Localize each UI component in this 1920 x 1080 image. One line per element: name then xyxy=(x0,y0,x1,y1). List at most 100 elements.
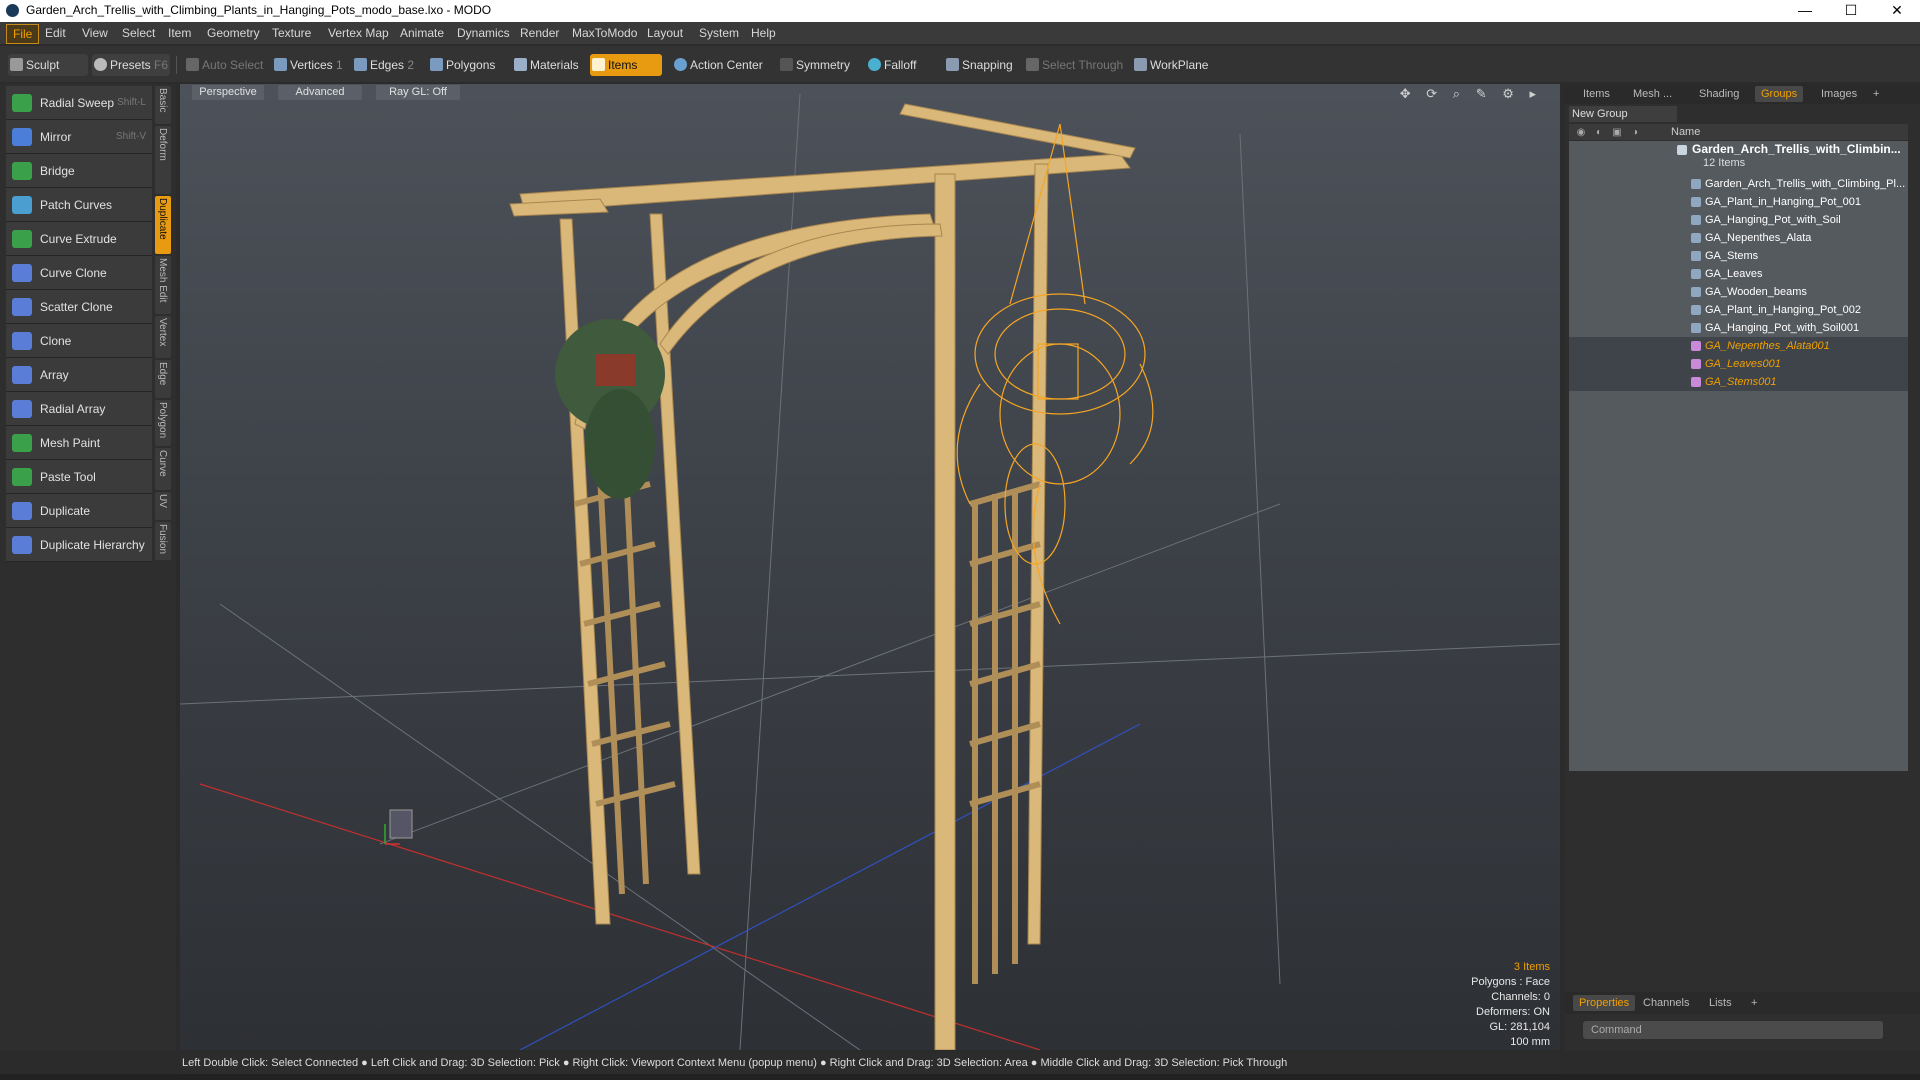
menu-layout[interactable]: Layout xyxy=(647,26,683,40)
edges-button[interactable]: Edges 2 xyxy=(352,54,422,76)
menu-view[interactable]: View xyxy=(82,26,108,40)
group-item-row[interactable]: GA_Stems xyxy=(1569,247,1908,265)
group-item-row[interactable]: GA_Plant_in_Hanging_Pot_001 xyxy=(1569,193,1908,211)
tool-radial-array[interactable]: Radial Array xyxy=(6,392,152,426)
tool-clone[interactable]: Clone xyxy=(6,324,152,358)
command-input[interactable]: Command xyxy=(1583,1021,1883,1039)
add-tab-button[interactable]: + xyxy=(1867,86,1885,102)
menu-animate[interactable]: Animate xyxy=(400,26,444,40)
status-bar: Left Double Click: Select Connected ● Le… xyxy=(180,1052,1560,1074)
menu-system[interactable]: System xyxy=(699,26,739,40)
tool-mirror[interactable]: Mirror Shift-V xyxy=(6,120,152,154)
vtab-basic[interactable]: Basic xyxy=(155,86,171,124)
tool-mesh-paint[interactable]: Mesh Paint xyxy=(6,426,152,460)
viewport-nav-icons[interactable]: ✥ ⟳ ⌕ ✎ ⚙ ▸ xyxy=(1400,86,1542,102)
tool-shortcut: Shift-L xyxy=(117,97,146,108)
falloff-button[interactable]: Falloff xyxy=(866,54,928,76)
snapping-button[interactable]: Snapping xyxy=(944,54,1014,76)
menu-help[interactable]: Help xyxy=(751,26,776,40)
vtab-edge[interactable]: Edge xyxy=(155,360,171,398)
new-group-button[interactable]: New Group xyxy=(1569,106,1677,122)
symmetry-button[interactable]: Symmetry xyxy=(778,54,858,76)
tool-array[interactable]: Array xyxy=(6,358,152,392)
menu-select[interactable]: Select xyxy=(122,26,155,40)
menu-dynamics[interactable]: Dynamics xyxy=(457,26,510,40)
group-item-row[interactable]: GA_Hanging_Pot_with_Soil001 xyxy=(1569,319,1908,337)
vtab-curve[interactable]: Curve xyxy=(155,448,171,490)
tab-images[interactable]: Images xyxy=(1815,86,1863,102)
vtab-duplicate[interactable]: Duplicate xyxy=(155,196,171,254)
tool-label: Duplicate Hierarchy xyxy=(40,538,145,552)
polygons-button[interactable]: Polygons xyxy=(428,54,508,76)
tool-patch-curves[interactable]: Patch Curves xyxy=(6,188,152,222)
presets-icon xyxy=(94,58,107,71)
group-item-row[interactable]: GA_Plant_in_Hanging_Pot_002 xyxy=(1569,301,1908,319)
vtab-label: Mesh Edit xyxy=(157,258,168,303)
vertices-button[interactable]: Vertices 1 xyxy=(272,54,352,76)
action-center-button[interactable]: Action Center xyxy=(672,54,764,76)
vtab-mesh-edit[interactable]: Mesh Edit xyxy=(155,256,171,314)
workplane-button[interactable]: WorkPlane xyxy=(1132,54,1212,76)
tab-channels[interactable]: Channels xyxy=(1637,995,1695,1011)
tab-groups[interactable]: Groups xyxy=(1755,86,1804,102)
vtab-vertex[interactable]: Vertex xyxy=(155,316,171,358)
tool-label: Scatter Clone xyxy=(40,300,113,314)
menu-texture[interactable]: Texture xyxy=(272,26,311,40)
close-button[interactable]: ✕ xyxy=(1874,0,1920,22)
group-item-label: GA_Nepenthes_Alata xyxy=(1705,232,1812,244)
materials-button[interactable]: Materials xyxy=(512,54,582,76)
menu-render[interactable]: Render xyxy=(520,26,559,40)
menu-maxtomodo[interactable]: MaxToModo xyxy=(572,26,637,40)
menu-file[interactable]: File xyxy=(6,24,40,44)
group-item-row[interactable]: GA_Hanging_Pot_with_Soil xyxy=(1569,211,1908,229)
items-button[interactable]: Items xyxy=(590,54,662,76)
advanced-button[interactable]: Advanced xyxy=(278,85,362,100)
menu-geometry[interactable]: Geometry xyxy=(207,26,260,40)
tool-bridge[interactable]: Bridge xyxy=(6,154,152,188)
presets-button[interactable]: Presets F6 xyxy=(92,54,170,76)
vtab-deform[interactable]: Deform xyxy=(155,126,171,194)
group-item-row[interactable]: GA_Leaves001 xyxy=(1569,355,1908,373)
menu-edit[interactable]: Edit xyxy=(45,26,66,40)
tab-mesh[interactable]: Mesh ... xyxy=(1627,86,1678,102)
tool-scatter-clone[interactable]: Scatter Clone xyxy=(6,290,152,324)
3d-viewport[interactable]: Perspective Advanced Ray GL: Off ✥ ⟳ ⌕ ✎… xyxy=(180,84,1560,1050)
presets-label: Presets xyxy=(110,58,151,72)
tool-radial-sweep[interactable]: Radial Sweep Shift-L xyxy=(6,86,152,120)
stats-unit: 100 mm xyxy=(1510,1036,1550,1048)
group-item-row[interactable]: GA_Leaves xyxy=(1569,265,1908,283)
menu-vertex-map[interactable]: Vertex Map xyxy=(328,26,389,40)
tool-duplicate[interactable]: Duplicate xyxy=(6,494,152,528)
select-through-button[interactable]: Select Through xyxy=(1024,54,1123,76)
group-item-row[interactable]: GA_Nepenthes_Alata001 xyxy=(1569,337,1908,355)
tab-shading[interactable]: Shading xyxy=(1693,86,1745,102)
group-item-row[interactable]: GA_Nepenthes_Alata xyxy=(1569,229,1908,247)
tool-duplicate-hierarchy[interactable]: Duplicate Hierarchy xyxy=(6,528,152,562)
vtab-label: Edge xyxy=(157,362,168,386)
tab-properties[interactable]: Properties xyxy=(1573,995,1636,1011)
perspective-button[interactable]: Perspective xyxy=(192,85,264,100)
menu-item[interactable]: Item xyxy=(168,26,191,40)
sculpt-button[interactable]: Sculpt xyxy=(8,54,88,76)
tool-list: Radial Sweep Shift-L Mirror Shift-V Bridge Pa… xyxy=(6,86,152,562)
maximize-button[interactable]: ☐ xyxy=(1828,0,1874,22)
tab-items[interactable]: Items xyxy=(1577,86,1616,102)
auto-select-button[interactable]: Auto Select xyxy=(184,54,266,76)
tool-curve-clone[interactable]: Curve Clone xyxy=(6,256,152,290)
tab-lists[interactable]: Lists xyxy=(1703,995,1738,1011)
group-item-row[interactable]: GA_Stems001 xyxy=(1569,373,1908,391)
vertical-tabs: Basic Deform Duplicate Mesh Edit Vertex Edge P… xyxy=(155,86,171,566)
vtab-uv[interactable]: UV xyxy=(155,492,171,520)
group-item-row[interactable]: Garden_Arch_Trellis_with_Climbing_Pl... xyxy=(1569,175,1908,193)
add-bottom-tab-button[interactable]: + xyxy=(1745,995,1763,1011)
group-item-row[interactable]: GA_Wooden_beams xyxy=(1569,283,1908,301)
menu-bar: File Edit View Select Item Geometry Text… xyxy=(0,22,1920,44)
tool-paste-tool[interactable]: Paste Tool xyxy=(6,460,152,494)
tool-curve-extrude[interactable]: Curve Extrude xyxy=(6,222,152,256)
vtab-polygon[interactable]: Polygon xyxy=(155,400,171,446)
visibility-col-icon: ◉ xyxy=(1576,127,1586,138)
raygl-button[interactable]: Ray GL: Off xyxy=(376,85,460,100)
left-hanging-plant xyxy=(555,319,665,499)
vtab-fusion[interactable]: Fusion xyxy=(155,522,171,560)
minimize-button[interactable]: — xyxy=(1782,0,1828,22)
